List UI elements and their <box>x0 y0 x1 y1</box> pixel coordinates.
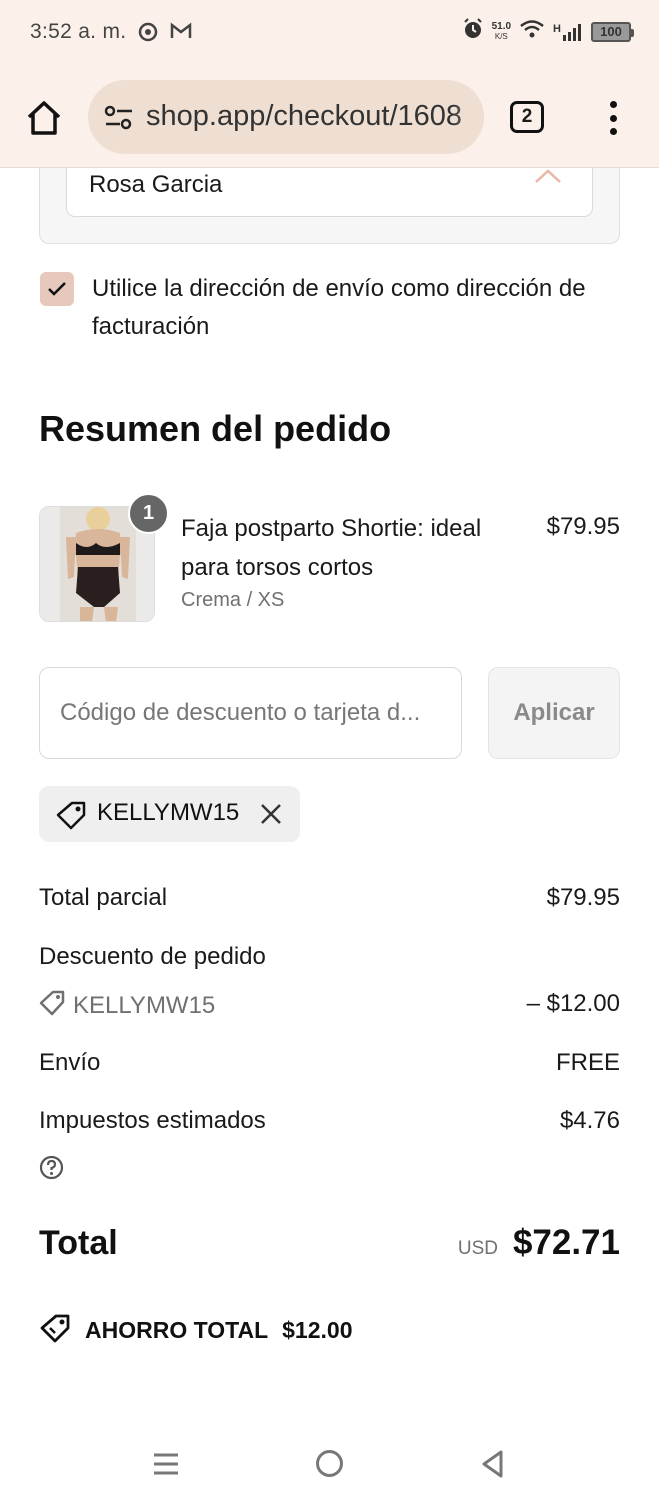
order-discount-code: KELLYMW15 <box>73 991 216 1019</box>
back-icon[interactable] <box>480 1449 504 1484</box>
product-variant: Crema / XS <box>181 589 285 611</box>
total-value: $72.71 <box>512 1223 620 1262</box>
total-savings: AHORRO TOTAL $12.00 <box>39 1313 353 1348</box>
applied-discount-chip: KELLYMW15 <box>39 786 300 842</box>
quantity-badge: 1 <box>128 493 169 534</box>
savings-tag-icon <box>39 1313 71 1348</box>
subtotal-value: $79.95 <box>546 884 620 911</box>
checkmark-icon <box>48 282 66 296</box>
order-discount-code-row: KELLYMW15 <box>39 990 215 1021</box>
wifi-icon <box>519 19 545 44</box>
order-discount-label: Descuento de pedido <box>39 943 266 970</box>
net-speed: 51.0 K/S <box>491 20 512 41</box>
chevron-up-icon[interactable] <box>534 168 562 189</box>
system-nav-bar <box>0 1430 659 1500</box>
battery-indicator: 100 <box>591 21 634 42</box>
help-circle-icon[interactable] <box>39 1155 64 1185</box>
shipping-label: Envío <box>39 1049 101 1076</box>
shipping-as-billing-checkbox[interactable] <box>40 272 74 306</box>
recent-apps-icon[interactable] <box>153 1452 179 1481</box>
total-label: Total <box>39 1224 118 1262</box>
shipping-as-billing-label[interactable]: Utilice la dirección de envío como direc… <box>92 270 632 346</box>
applied-discount-code: KELLYMW15 <box>97 799 240 826</box>
more-vert-icon[interactable] <box>603 98 623 138</box>
home-icon[interactable] <box>24 98 64 138</box>
tag-icon <box>39 990 65 1021</box>
chrome-notification-icon <box>138 22 158 47</box>
total-currency: USD <box>457 1238 498 1259</box>
tab-switcher-button[interactable]: 2 <box>510 101 544 133</box>
tag-icon <box>55 800 87 835</box>
url-text[interactable]: shop.app/checkout/1608 <box>146 100 462 133</box>
product-name: Faja postparto Shortie: ideal para torso… <box>181 515 482 581</box>
gmail-notification-icon <box>170 22 192 47</box>
shipping-value: FREE <box>555 1049 620 1076</box>
savings-label: AHORRO TOTAL <box>85 1317 269 1343</box>
taxes-label: Impuestos estimados <box>39 1107 266 1134</box>
taxes-value: $4.76 <box>559 1107 620 1134</box>
order-summary-title: Resumen del pedido <box>39 408 392 449</box>
subtotal-label: Total parcial <box>39 884 168 911</box>
close-icon[interactable] <box>259 802 283 831</box>
status-bar: 3:52 a. m. 51.0 K/S H 100 <box>0 0 659 68</box>
alarm-icon <box>462 18 484 45</box>
status-time: 3:52 a. m. <box>30 20 127 43</box>
tune-icon[interactable] <box>104 105 134 136</box>
billing-name-value: Rosa Garcia <box>89 171 223 198</box>
browser-toolbar: shop.app/checkout/1608 2 <box>0 68 659 168</box>
cell-signal-icon: H <box>553 23 583 41</box>
discount-code-input[interactable] <box>39 667 462 759</box>
address-bar[interactable]: shop.app/checkout/1608 <box>88 80 484 154</box>
system-home-icon[interactable] <box>316 1450 343 1477</box>
savings-amount: $12.00 <box>282 1317 353 1343</box>
order-discount-value: – $12.00 <box>526 990 620 1017</box>
apply-discount-button[interactable]: Aplicar <box>488 667 620 759</box>
product-price: $79.95 <box>546 513 620 540</box>
